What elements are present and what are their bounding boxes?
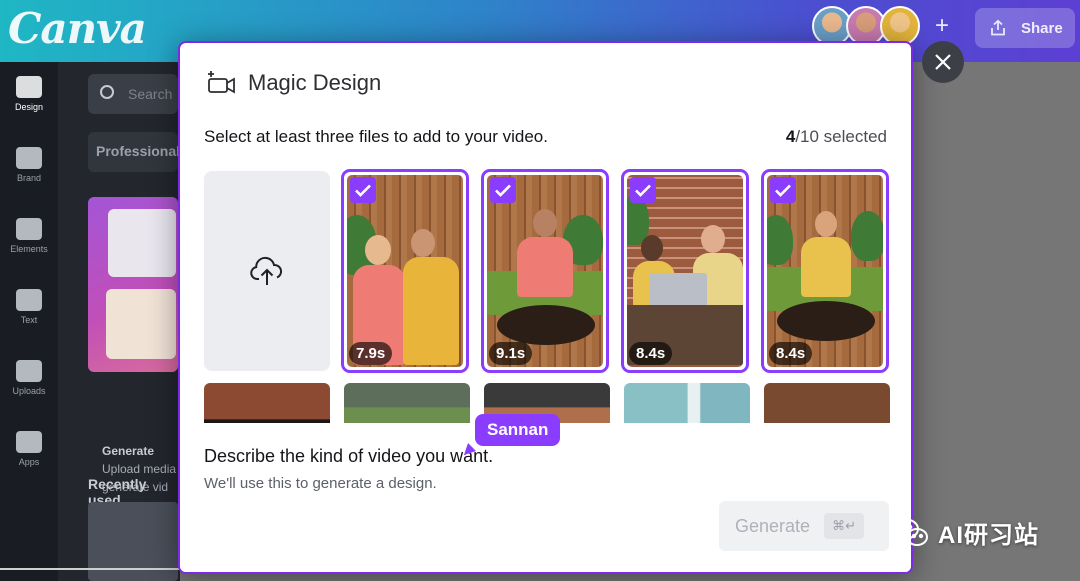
- search-placeholder: Search: [128, 86, 173, 102]
- search-input[interactable]: Search: [88, 74, 178, 114]
- collaborator-name-tag: Sannan: [475, 414, 561, 446]
- check-icon: [495, 184, 511, 197]
- elements-icon: [16, 218, 42, 240]
- uploads-icon: [16, 360, 42, 382]
- brand-icon: [16, 147, 42, 169]
- sidebar-item-label: Uploads: [12, 386, 46, 396]
- watermark-text: AI研习站: [938, 522, 1039, 549]
- checkbox-checked[interactable]: [350, 177, 376, 203]
- clip-thumbnail: [767, 175, 883, 367]
- describe-label: Describe the kind of video you want.: [204, 446, 494, 466]
- clip-duration: 8.4s: [629, 342, 673, 365]
- upload-preview: [108, 209, 176, 277]
- check-icon: [355, 184, 371, 197]
- selection-counter: 4/10 selected: [786, 127, 887, 147]
- upload-tile[interactable]: [204, 171, 330, 371]
- magic-design-modal: Magic Design Select at least three files…: [178, 41, 913, 574]
- sidebar-item-apps[interactable]: Apps: [0, 421, 58, 481]
- share-button[interactable]: Share: [975, 8, 1075, 48]
- sidebar-item-label: Apps: [18, 457, 40, 467]
- magic-video-icon: [208, 71, 235, 94]
- cloud-upload-icon: [250, 256, 283, 285]
- pet-preview-image: [106, 289, 176, 359]
- sidebar-item-label: Text: [20, 315, 38, 325]
- search-icon: [100, 85, 114, 99]
- check-icon: [775, 184, 791, 197]
- sidebar-item-label: Design: [14, 102, 43, 112]
- share-label: Share: [1021, 19, 1063, 37]
- clip-duration: 8.4s: [769, 342, 813, 365]
- apps-icon: [16, 431, 42, 453]
- generate-label: Generate: [735, 515, 811, 536]
- modal-header: Magic Design: [204, 69, 381, 97]
- describe-hint: We'll use this to generate a design.: [204, 475, 437, 492]
- modal-title: Magic Design: [248, 70, 382, 95]
- selection-instruction: Select at least three files to add to yo…: [204, 127, 548, 146]
- sidebar-item-label: Elements: [10, 244, 48, 254]
- share-icon: [991, 19, 1005, 36]
- selected-total: /10 selected: [795, 127, 887, 146]
- filter-chip[interactable]: Professional: [88, 132, 178, 172]
- close-icon: [935, 54, 951, 70]
- checkbox-checked[interactable]: [630, 177, 656, 203]
- sidebar-item-elements[interactable]: Elements: [0, 208, 58, 268]
- checkbox-checked[interactable]: [770, 177, 796, 203]
- collaborator-avatars[interactable]: [812, 6, 920, 46]
- keyboard-shortcut-badge: ⌘↵: [824, 513, 864, 539]
- video-clip-3[interactable]: 8.4s: [621, 169, 749, 373]
- close-button[interactable]: [922, 41, 964, 83]
- wechat-icon: [893, 518, 928, 546]
- video-clip-1[interactable]: 7.9s: [341, 169, 469, 373]
- clip-thumbnail: [347, 175, 463, 367]
- sidebar-item-label: Brand: [16, 173, 42, 183]
- sidebar-item-design[interactable]: Design: [0, 66, 58, 126]
- side-panel: Search Professional Generate Upload medi…: [58, 62, 180, 581]
- canva-logo[interactable]: Canva: [8, 4, 147, 53]
- video-clip-2[interactable]: 9.1s: [481, 169, 609, 373]
- sidebar-item-text[interactable]: Text: [0, 279, 58, 339]
- generate-button[interactable]: Generate ⌘↵: [719, 501, 889, 551]
- watermark: AI研习站: [892, 515, 1039, 550]
- sidebar-item-brand[interactable]: Brand: [0, 137, 58, 197]
- design-icon: [16, 76, 42, 98]
- collaborator-cursor-icon: [464, 443, 476, 455]
- generate-card[interactable]: [88, 197, 178, 372]
- clip-duration: 7.9s: [349, 342, 393, 365]
- selected-count: 4: [785, 127, 796, 146]
- avatar[interactable]: [880, 6, 920, 46]
- generate-title: Generate: [102, 444, 155, 458]
- checkbox-checked[interactable]: [490, 177, 516, 203]
- clip-thumbnail: [627, 175, 743, 367]
- add-collaborator-icon[interactable]: +: [930, 14, 954, 38]
- clip-duration: 9.1s: [489, 342, 533, 365]
- text-icon: [16, 289, 42, 311]
- clip-thumbnail: [487, 175, 603, 367]
- sidebar: Design Brand Elements Text Uploads Apps: [0, 62, 58, 581]
- sidebar-item-uploads[interactable]: Uploads: [0, 350, 58, 410]
- video-clip-4[interactable]: 8.4s: [761, 169, 889, 373]
- check-icon: [635, 184, 651, 197]
